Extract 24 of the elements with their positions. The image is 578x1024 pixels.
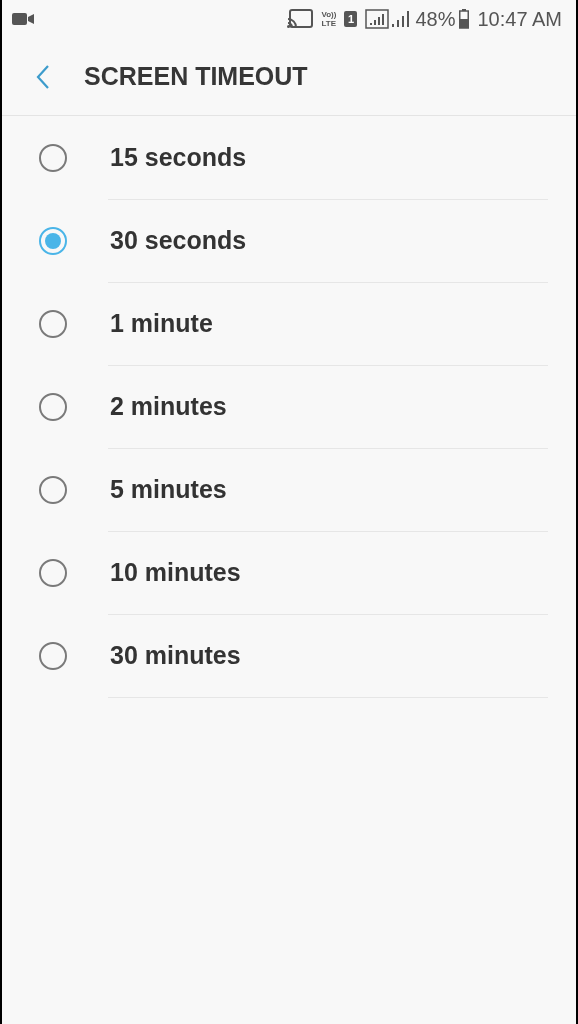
screen-title: SCREEN TIMEOUT (84, 62, 308, 91)
volte-icon: Vo)) LTE (321, 10, 337, 28)
radio-button[interactable] (39, 558, 67, 587)
option-label[interactable]: 15 seconds (110, 142, 247, 172)
cast-icon (287, 9, 314, 29)
radio-button[interactable] (39, 309, 67, 338)
option-label[interactable]: 5 minutes (110, 474, 227, 504)
video-camera-icon (12, 12, 34, 26)
option-label[interactable]: 2 minutes (110, 391, 227, 421)
signal-icon (365, 9, 412, 29)
sim-icon: 1 (344, 11, 358, 27)
radio-button[interactable] (39, 143, 67, 172)
radio-button[interactable] (39, 475, 67, 504)
radio-button[interactable] (39, 392, 67, 421)
option-label[interactable]: 30 minutes (110, 640, 241, 670)
option-label[interactable]: 30 seconds (110, 225, 247, 255)
option-label[interactable]: 10 minutes (110, 557, 241, 587)
radio-button[interactable] (39, 226, 67, 255)
back-button[interactable] (36, 63, 50, 90)
radio-button[interactable] (39, 641, 67, 670)
battery-percent: 48% (415, 7, 456, 31)
option-label[interactable]: 1 minute (110, 308, 213, 338)
battery-icon (459, 9, 470, 29)
clock-time: 10:47 AM (477, 7, 562, 31)
